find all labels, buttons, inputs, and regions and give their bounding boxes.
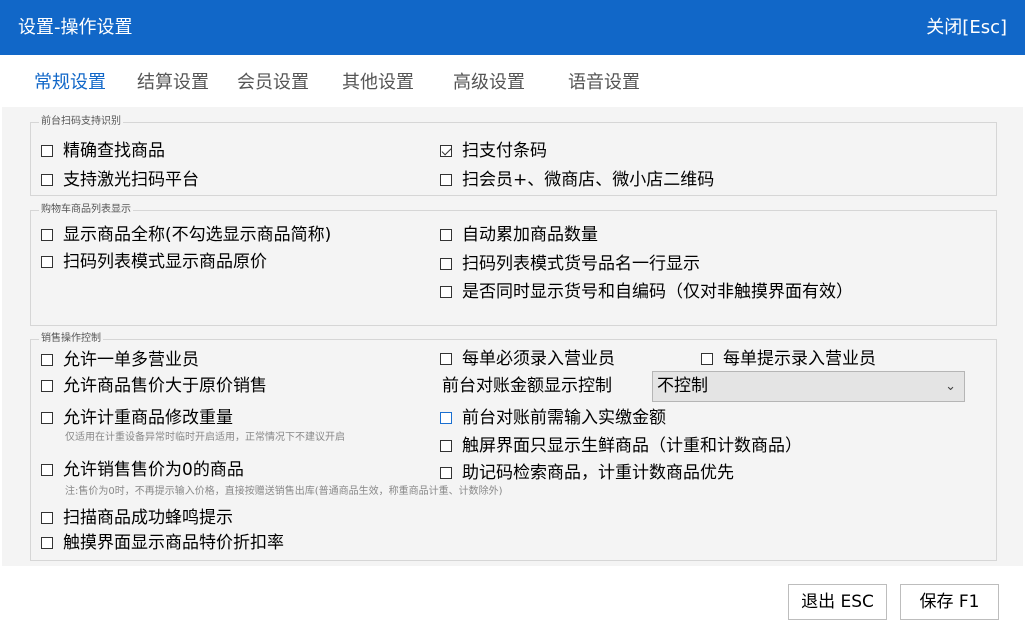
checkbox-box-focused[interactable]: [440, 412, 452, 424]
window-title: 设置-操作设置: [18, 17, 133, 38]
checkbox-box[interactable]: [41, 412, 53, 424]
checkbox-box[interactable]: [701, 353, 713, 365]
checkbox-edit-weight[interactable]: 允许计重商品修改重量: [41, 406, 233, 430]
tab-member[interactable]: 会员设置: [237, 71, 309, 95]
checkbox-box[interactable]: [41, 380, 53, 392]
checkbox-multi-salesperson[interactable]: 允许一单多营业员: [41, 348, 199, 372]
note-zero-price: 注:售价为0时，不再提示输入价格，直接按赠送销售出库(普通商品生效，称重商品计重…: [65, 486, 503, 497]
tab-other[interactable]: 其他设置: [342, 71, 414, 95]
checkbox-label: 触屏界面只显示生鲜商品（计重和计数商品）: [462, 436, 802, 456]
checkbox-box[interactable]: [41, 354, 53, 366]
checkbox-label: 扫码列表模式货号品名一行显示: [462, 254, 700, 274]
tab-checkout[interactable]: 结算设置: [137, 71, 209, 95]
checkbox-box[interactable]: [41, 145, 53, 157]
checkbox-one-line-display[interactable]: 扫码列表模式货号品名一行显示: [440, 252, 700, 276]
checkbox-label: 扫会员+、微商店、微小店二维码: [462, 170, 715, 190]
checkbox-box[interactable]: [41, 229, 53, 241]
checkbox-beep[interactable]: 扫描商品成功蜂鸣提示: [41, 506, 233, 530]
checkbox-label: 扫码列表模式显示商品原价: [63, 252, 267, 272]
checkbox-special-discount[interactable]: 触摸界面显示商品特价折扣率: [41, 531, 284, 555]
checkbox-exact-search[interactable]: 精确查找商品: [41, 139, 165, 163]
checkbox-label: 前台对账前需输入实缴金额: [462, 408, 666, 428]
group-cart-display: 购物车商品列表显示 显示商品全称(不勾选显示商品简称) 自动累加商品数量 扫码列…: [30, 203, 997, 326]
tab-bar: 常规设置 结算设置 会员设置 其他设置 高级设置 语音设置: [0, 55, 1025, 107]
settings-panel: 前台扫码支持识别 精确查找商品 扫支付条码 支持激光扫码平台 扫会员+、微商店、…: [2, 107, 1023, 566]
checkbox-show-original-price[interactable]: 扫码列表模式显示商品原价: [41, 250, 267, 274]
group-scan-legend: 前台扫码支持识别: [39, 115, 123, 129]
checkbox-label: 支持激光扫码平台: [63, 170, 199, 190]
amount-control-label: 前台对账金额显示控制: [442, 376, 612, 396]
checkbox-label: 允许销售售价为0的商品: [63, 460, 244, 480]
amount-control-value: 不控制: [657, 376, 708, 396]
checkbox-label: 自动累加商品数量: [462, 225, 598, 245]
checkbox-label: 每单提示录入营业员: [723, 349, 876, 369]
checkbox-scan-member-qr[interactable]: 扫会员+、微商店、微小店二维码: [440, 168, 714, 192]
checkbox-label: 允许一单多营业员: [63, 350, 199, 370]
save-button[interactable]: 保存 F1: [900, 584, 999, 620]
checkbox-show-code-and-custom[interactable]: 是否同时显示货号和自编码（仅对非触摸界面有效）: [440, 280, 853, 304]
checkbox-label: 显示商品全称(不勾选显示商品简称): [63, 225, 332, 245]
checkbox-box[interactable]: [41, 174, 53, 186]
checkbox-price-above-original[interactable]: 允许商品售价大于原价销售: [41, 374, 267, 398]
checkbox-box[interactable]: [440, 174, 452, 186]
checkbox-box[interactable]: [440, 258, 452, 270]
checkbox-label: 助记码检索商品，计重计数商品优先: [462, 463, 734, 483]
checkbox-box[interactable]: [41, 256, 53, 268]
checkbox-label: 允许商品售价大于原价销售: [63, 376, 267, 396]
chevron-down-icon: ⌄: [945, 379, 956, 394]
checkbox-box[interactable]: [440, 440, 452, 452]
close-button[interactable]: 关闭[Esc]: [926, 16, 1007, 40]
footer-bar: 退出 ESC 保存 F1: [0, 566, 1025, 630]
checkbox-prompt-salesperson[interactable]: 每单提示录入营业员: [701, 347, 876, 371]
group-scan-recognition: 前台扫码支持识别 精确查找商品 扫支付条码 支持激光扫码平台 扫会员+、微商店、…: [30, 115, 997, 196]
title-bar: 设置-操作设置 关闭[Esc]: [0, 0, 1025, 55]
checkbox-box[interactable]: [440, 467, 452, 479]
checkbox-box-checked[interactable]: [440, 145, 452, 157]
checkbox-box[interactable]: [440, 229, 452, 241]
checkbox-label: 允许计重商品修改重量: [63, 408, 233, 428]
checkbox-box[interactable]: [440, 353, 452, 365]
checkbox-label: 触摸界面显示商品特价折扣率: [63, 533, 284, 553]
group-cart-legend: 购物车商品列表显示: [39, 203, 133, 217]
checkbox-label: 精确查找商品: [63, 141, 165, 161]
checkbox-box[interactable]: [440, 286, 452, 298]
checkbox-require-salesperson[interactable]: 每单必须录入营业员: [440, 347, 615, 371]
group-sales-legend: 销售操作控制: [39, 332, 103, 346]
checkbox-input-paid-amount[interactable]: 前台对账前需输入实缴金额: [440, 406, 666, 430]
tab-voice[interactable]: 语音设置: [568, 71, 640, 95]
checkbox-label: 扫描商品成功蜂鸣提示: [63, 508, 233, 528]
note-edit-weight: 仅适用在计重设备异常时临时开启适用，正常情况下不建议开启: [65, 432, 345, 443]
checkbox-scan-payment-code[interactable]: 扫支付条码: [440, 139, 547, 163]
checkbox-label: 是否同时显示货号和自编码（仅对非触摸界面有效）: [462, 282, 853, 302]
checkbox-laser-scan[interactable]: 支持激光扫码平台: [41, 168, 199, 192]
amount-control-select[interactable]: 不控制 ⌄: [652, 371, 965, 402]
checkbox-fresh-only[interactable]: 触屏界面只显示生鲜商品（计重和计数商品）: [440, 434, 802, 458]
checkbox-box[interactable]: [41, 464, 53, 476]
checkbox-zero-price[interactable]: 允许销售售价为0的商品: [41, 458, 244, 482]
checkbox-box[interactable]: [41, 537, 53, 549]
checkbox-label: 扫支付条码: [462, 141, 547, 161]
tab-advanced[interactable]: 高级设置: [453, 71, 525, 95]
checkbox-box[interactable]: [41, 512, 53, 524]
tab-general[interactable]: 常规设置: [34, 71, 106, 95]
checkbox-full-name[interactable]: 显示商品全称(不勾选显示商品简称): [41, 223, 331, 247]
checkbox-label: 每单必须录入营业员: [462, 349, 615, 369]
checkbox-mnemonic-search[interactable]: 助记码检索商品，计重计数商品优先: [440, 461, 734, 485]
checkbox-auto-accumulate[interactable]: 自动累加商品数量: [440, 223, 598, 247]
exit-button[interactable]: 退出 ESC: [788, 584, 887, 620]
